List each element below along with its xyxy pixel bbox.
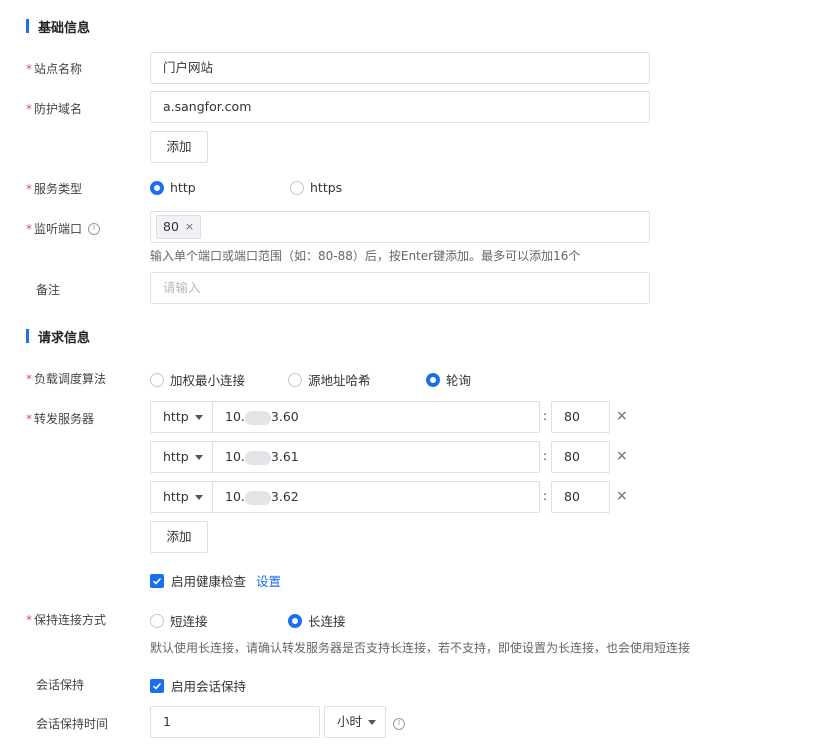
listen-port-hint: 输入单个端口或端口范围（如：80-88）后，按Enter键添加。最多可以添加16…	[150, 249, 581, 263]
lb-algorithm-label: * 负载调度算法	[26, 372, 107, 386]
caret-down-icon	[194, 454, 203, 460]
health-check-settings-link[interactable]: 设置	[256, 571, 281, 590]
server-address-input[interactable]: http 10. 3.61	[150, 441, 540, 473]
radio-unselected-icon	[150, 372, 164, 387]
remove-server-icon[interactable]: ×	[616, 448, 628, 464]
keepalive-label: * 保持连接方式	[26, 613, 107, 627]
checkbox-checked-icon	[150, 678, 164, 693]
server-address-input[interactable]: http 10. 3.60	[150, 401, 540, 433]
caret-down-icon	[368, 719, 376, 725]
server-ip: 10. 3.60	[225, 409, 299, 425]
server-port-input[interactable]: 80	[551, 441, 610, 473]
server-address-input[interactable]: http 10. 3.62	[150, 481, 540, 513]
server-port-input[interactable]: 80	[551, 401, 610, 433]
protocol-select[interactable]: http	[151, 402, 213, 432]
port-separator: :	[543, 409, 548, 423]
session-time-unit-select[interactable]: 小时	[324, 706, 386, 738]
port-tag: 80 ×	[156, 215, 202, 239]
service-type-https-radio[interactable]: https	[290, 180, 342, 195]
redacted-mask	[244, 410, 271, 425]
port-separator: :	[543, 449, 548, 463]
caret-down-icon	[194, 494, 203, 500]
lb-source-hash-radio[interactable]: 源地址哈希	[288, 370, 371, 389]
session-time-input[interactable]: 1	[150, 706, 320, 738]
keepalive-hint: 默认使用长连接，请确认转发服务器是否支持长连接，若不支持，即使设置为长连接，也会…	[150, 641, 691, 655]
service-type-label: * 服务类型	[26, 182, 83, 196]
add-server-button[interactable]: 添加	[150, 521, 208, 553]
section-accent-bar	[26, 19, 29, 33]
radio-selected-icon	[288, 613, 302, 628]
session-label: 会话保持	[36, 678, 85, 692]
caret-down-icon	[194, 414, 203, 420]
session-time-info[interactable]: i	[393, 714, 405, 730]
close-icon[interactable]: ×	[185, 216, 194, 238]
port-separator: :	[543, 489, 548, 503]
radio-selected-icon	[150, 180, 164, 195]
server-ip: 10. 3.62	[225, 489, 299, 505]
info-icon[interactable]: i	[88, 222, 101, 235]
site-name-label: * 站点名称	[26, 62, 83, 76]
radio-unselected-icon	[288, 372, 302, 387]
redacted-mask	[244, 490, 271, 505]
session-persistence-checkbox[interactable]: 启用会话保持	[150, 676, 246, 695]
session-time-label: 会话保持时间	[36, 717, 109, 731]
radio-unselected-icon	[290, 180, 304, 195]
radio-selected-icon	[426, 372, 440, 387]
request-section-title: 请求信息	[38, 331, 91, 346]
section-accent-bar	[26, 329, 29, 343]
server-ip: 10. 3.61	[225, 449, 299, 465]
service-type-http-radio[interactable]: http	[150, 180, 196, 195]
remove-server-icon[interactable]: ×	[616, 488, 628, 504]
short-connection-radio[interactable]: 短连接	[150, 611, 208, 630]
listen-port-input[interactable]: 80 ×	[150, 211, 650, 243]
remark-input[interactable]: 请输入	[150, 272, 650, 304]
domain-input[interactable]: a.sangfor.com	[150, 91, 650, 123]
lb-round-robin-radio[interactable]: 轮询	[426, 370, 471, 389]
add-domain-button[interactable]: 添加	[150, 131, 208, 163]
remark-label: 备注	[36, 283, 61, 297]
lb-weighted-least-conn-radio[interactable]: 加权最小连接	[150, 370, 245, 389]
listen-port-label: * 监听端口 i	[26, 220, 101, 237]
radio-unselected-icon	[150, 613, 164, 628]
forward-servers-label: * 转发服务器	[26, 412, 95, 426]
remove-server-icon[interactable]: ×	[616, 408, 628, 424]
long-connection-radio[interactable]: 长连接	[288, 611, 346, 630]
protocol-select[interactable]: http	[151, 442, 213, 472]
checkbox-checked-icon	[150, 573, 164, 588]
health-check-checkbox[interactable]: 启用健康检查	[150, 571, 246, 590]
protocol-select[interactable]: http	[151, 482, 213, 512]
basic-section-title: 基础信息	[38, 21, 91, 36]
server-port-input[interactable]: 80	[551, 481, 610, 513]
redacted-mask	[244, 450, 271, 465]
info-icon: i	[393, 717, 405, 730]
domain-label: * 防护域名	[26, 102, 83, 116]
site-name-input[interactable]: 门户网站	[150, 52, 650, 84]
